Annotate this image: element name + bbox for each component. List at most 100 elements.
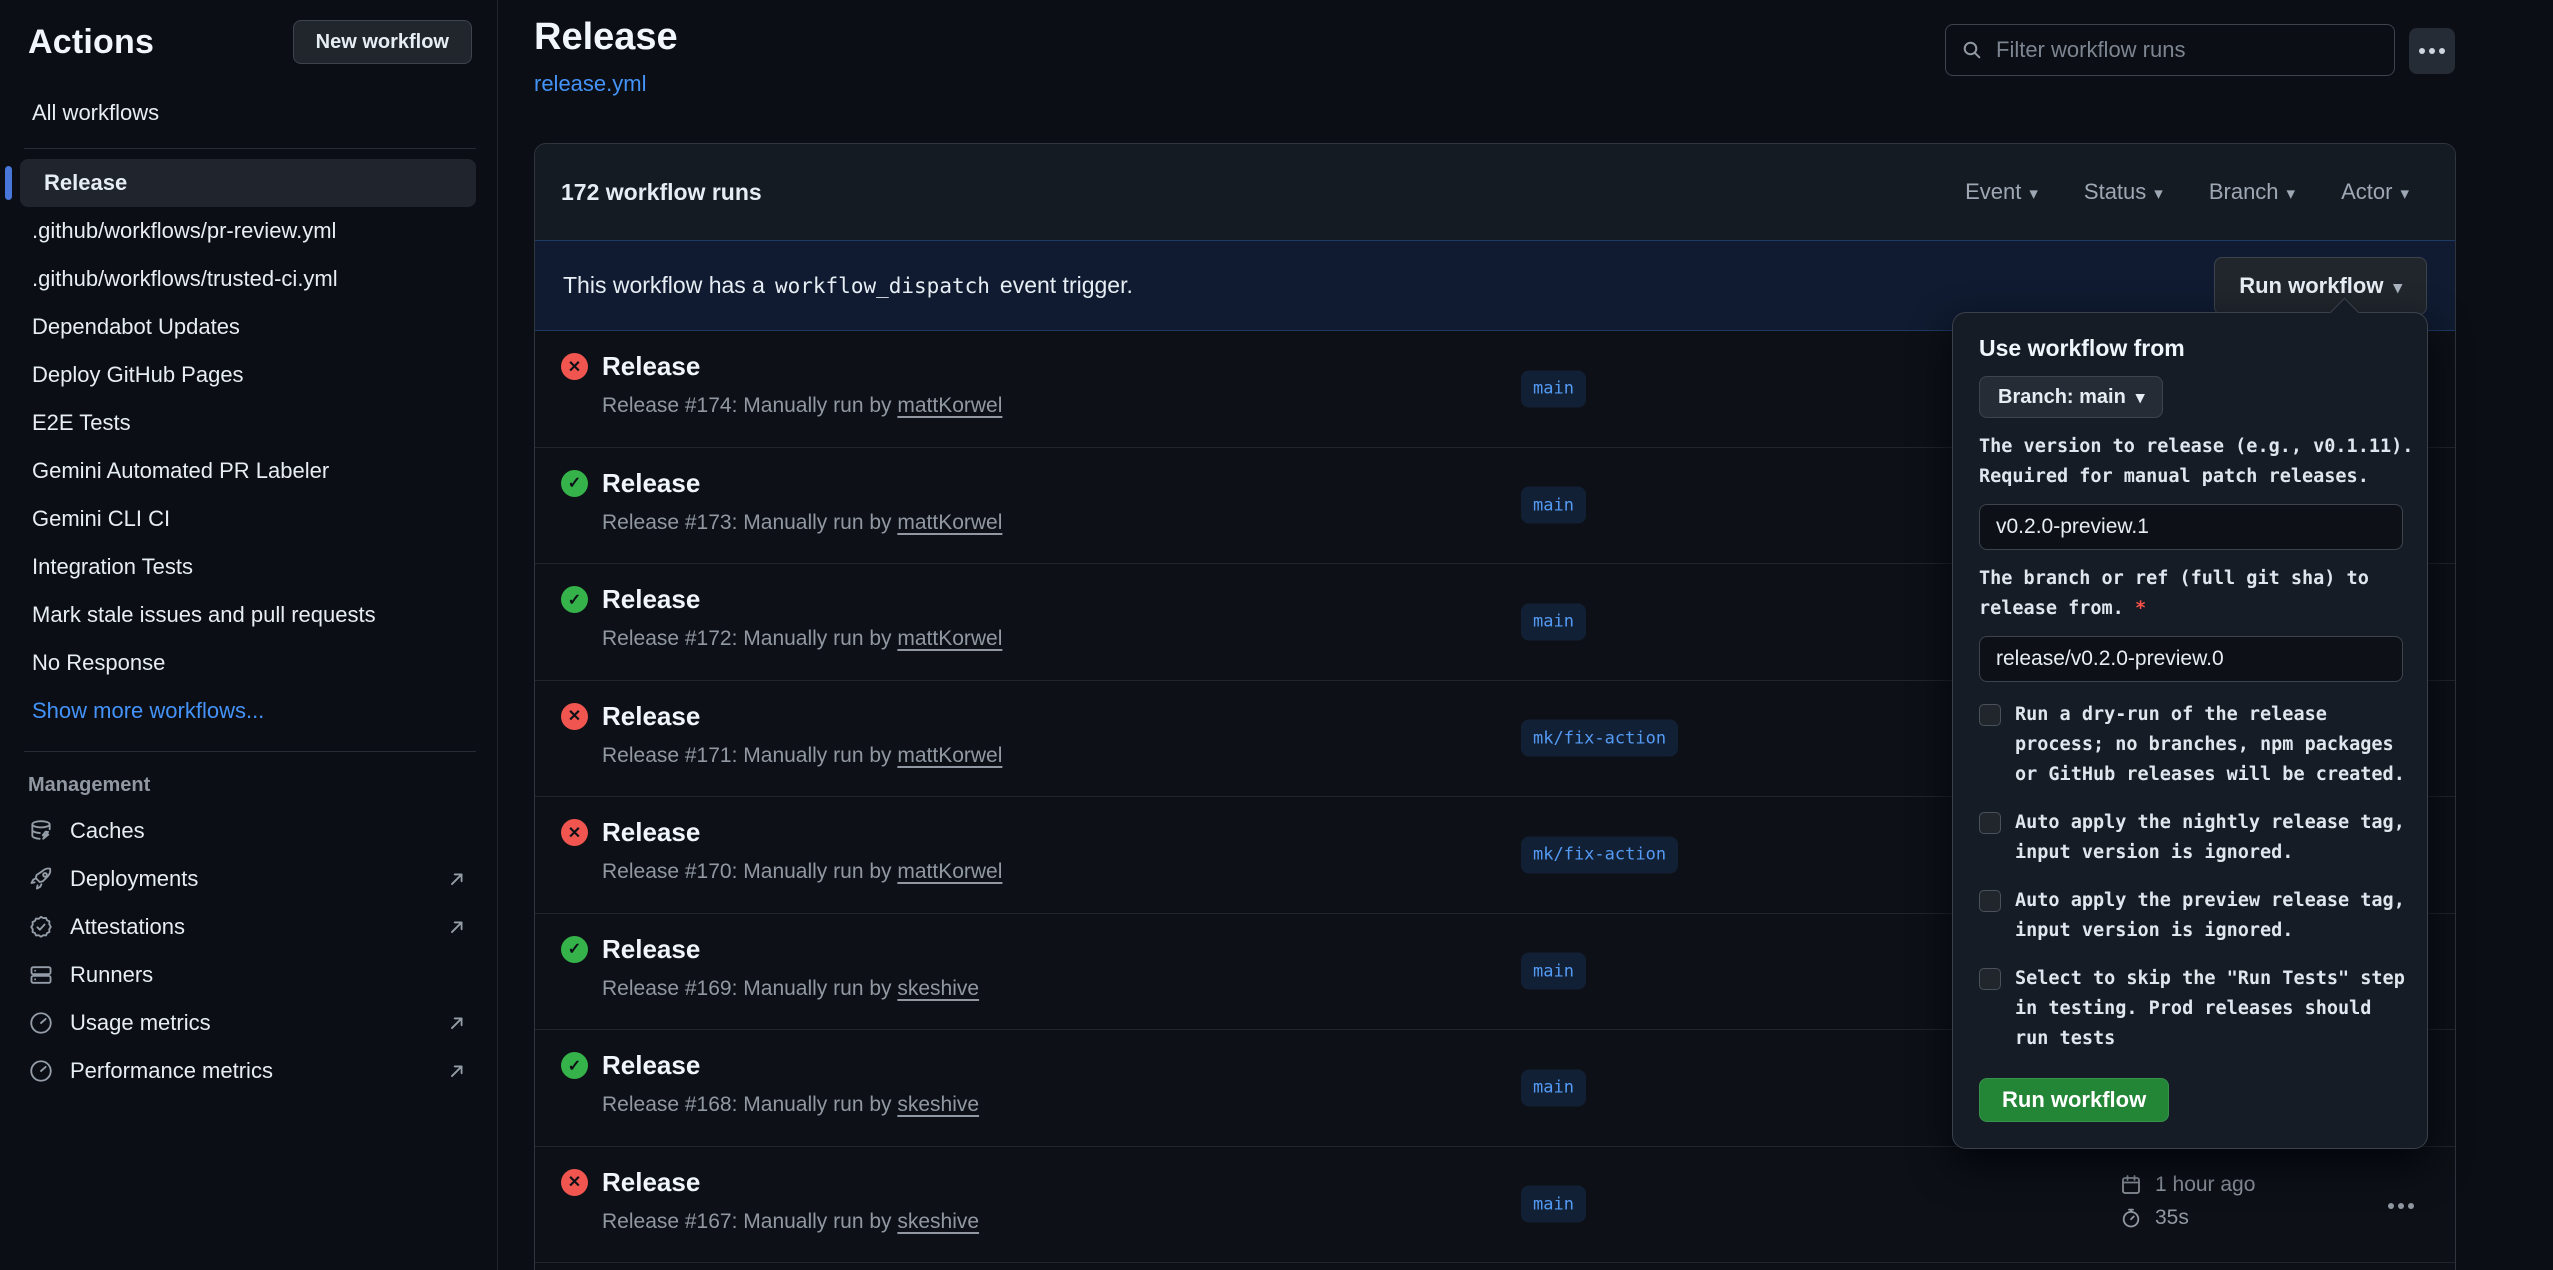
sidebar-item-runners[interactable]: Runners xyxy=(28,951,472,999)
branch-badge[interactable]: mk/fix-action xyxy=(1521,836,1678,873)
run-title-link[interactable]: Release xyxy=(602,584,700,615)
sidebar-item-deployments[interactable]: Deployments xyxy=(28,855,472,903)
run-title-link[interactable]: Release xyxy=(602,1167,700,1198)
sidebar-workflow-item[interactable]: No Response xyxy=(28,639,472,687)
run-meta: 1 hour ago 35s xyxy=(2119,1169,2255,1235)
branch-badge[interactable]: main xyxy=(1521,487,1586,524)
workflow-options-kebab-button[interactable] xyxy=(2409,28,2455,74)
branch-badge[interactable]: main xyxy=(1521,1069,1586,1106)
checkbox[interactable] xyxy=(1979,890,2001,912)
run-actor-link[interactable]: mattKorwel xyxy=(897,394,1002,417)
run-actor-link[interactable]: mattKorwel xyxy=(897,511,1002,534)
branch-badge[interactable]: main xyxy=(1521,953,1586,990)
run-actor-link[interactable]: skeshive xyxy=(897,1210,979,1233)
run-actor-link[interactable]: mattKorwel xyxy=(897,860,1002,883)
sidebar-workflow-item[interactable]: E2E Tests xyxy=(28,399,472,447)
kebab-icon xyxy=(2429,48,2435,54)
cache-icon xyxy=(28,818,54,844)
run-title-link[interactable]: Release xyxy=(602,351,700,382)
run-count: 172 workflow runs xyxy=(561,179,762,206)
run-description: Release #173: Manually run by mattKorwel xyxy=(602,511,1002,535)
external-link-icon xyxy=(446,916,468,938)
branch-badge[interactable]: main xyxy=(1521,1186,1586,1223)
run-description: Release #172: Manually run by mattKorwel xyxy=(602,627,1002,651)
filter-dropdown-label: Actor xyxy=(2341,179,2392,205)
sidebar-workflow-item[interactable]: Release xyxy=(20,159,476,207)
workflow-file-link[interactable]: release.yml xyxy=(534,71,646,97)
sidebar-item-label: Caches xyxy=(70,818,145,844)
sidebar-item-label: Deployments xyxy=(70,866,198,892)
run-actor-link[interactable]: mattKorwel xyxy=(897,744,1002,767)
filter-dropdown-label: Event xyxy=(1965,179,2021,205)
new-workflow-button[interactable]: New workflow xyxy=(293,20,472,64)
filter-dropdown[interactable]: Actor xyxy=(2341,179,2409,205)
workflow-list: Release .github/workflows/pr-review.yml … xyxy=(28,159,472,735)
chevron-down-icon xyxy=(2154,179,2163,205)
run-actor-link[interactable]: skeshive xyxy=(897,977,979,1000)
branch-select-button[interactable]: Branch: main xyxy=(1979,376,2163,418)
run-description-text: Release #168: Manually run by xyxy=(602,1093,892,1116)
run-status-icon xyxy=(561,936,588,963)
run-title-link[interactable]: Release xyxy=(602,934,700,965)
page-title: Release xyxy=(534,16,678,59)
popover-title: Use workflow from xyxy=(1979,335,2421,362)
actions-sidebar: Actions New workflow All workflows Relea… xyxy=(0,0,498,1270)
branch-badge[interactable]: main xyxy=(1521,603,1586,640)
filter-dropdown[interactable]: Branch xyxy=(2209,179,2295,205)
sidebar-workflow-item[interactable]: Integration Tests xyxy=(28,543,472,591)
kebab-icon xyxy=(2398,1203,2404,1209)
filter-dropdown[interactable]: Event xyxy=(1965,179,2038,205)
management-list: Caches Deployments Attestations Runners … xyxy=(28,807,472,1095)
run-description-text: Release #167: Manually run by xyxy=(602,1210,892,1233)
run-workflow-button-label: Run workflow xyxy=(2239,273,2383,299)
run-actor-link[interactable]: mattKorwel xyxy=(897,627,1002,650)
run-title-link[interactable]: Release xyxy=(602,468,700,499)
sidebar-workflow-item[interactable]: Gemini CLI CI xyxy=(28,495,472,543)
checkbox[interactable] xyxy=(1979,968,2001,990)
sidebar-item-all-workflows[interactable]: All workflows xyxy=(28,94,472,132)
run-status-icon xyxy=(561,586,588,613)
external-link-icon xyxy=(446,1060,468,1082)
run-title-link[interactable]: Release xyxy=(602,701,700,732)
run-title-link[interactable]: Release xyxy=(602,1050,700,1081)
run-description: Release #168: Manually run by skeshive xyxy=(602,1093,979,1117)
run-title-link[interactable]: Release xyxy=(602,817,700,848)
field-input[interactable] xyxy=(1979,636,2403,682)
banner-code: workflow_dispatch xyxy=(775,274,990,298)
sidebar-item-performance-metrics[interactable]: Performance metrics xyxy=(28,1047,472,1095)
run-options-kebab-button[interactable] xyxy=(2373,1191,2429,1221)
chevron-down-icon xyxy=(2393,273,2402,299)
run-status-icon xyxy=(561,353,588,380)
sidebar-workflow-item[interactable]: .github/workflows/pr-review.yml xyxy=(28,207,472,255)
sidebar-item-attestations[interactable]: Attestations xyxy=(28,903,472,951)
run-description: Release #169: Manually run by skeshive xyxy=(602,977,979,1001)
rocket-icon xyxy=(28,866,54,892)
calendar-icon xyxy=(2119,1173,2143,1197)
run-workflow-submit-button[interactable]: Run workflow xyxy=(1979,1078,2169,1122)
sidebar-item-caches[interactable]: Caches xyxy=(28,807,472,855)
sidebar-workflow-item[interactable]: Mark stale issues and pull requests xyxy=(28,591,472,639)
sidebar-workflow-item[interactable]: Dependabot Updates xyxy=(28,303,472,351)
required-asterisk: * xyxy=(2135,598,2146,619)
sidebar-workflow-item[interactable]: Gemini Automated PR Labeler xyxy=(28,447,472,495)
sidebar-item-label: Attestations xyxy=(70,914,185,940)
sidebar-item-usage-metrics[interactable]: Usage metrics xyxy=(28,999,472,1047)
run-workflow-dropdown-button[interactable]: Run workflow xyxy=(2214,257,2427,315)
branch-badge[interactable]: main xyxy=(1521,370,1586,407)
sidebar-workflow-item[interactable]: .github/workflows/trusted-ci.yml xyxy=(28,255,472,303)
banner-text: This workflow has a xyxy=(563,272,765,299)
branch-badge[interactable]: mk/fix-action xyxy=(1521,720,1678,757)
checkbox[interactable] xyxy=(1979,812,2001,834)
sidebar-workflow-item[interactable]: Show more workflows... xyxy=(28,687,472,735)
verified-icon xyxy=(28,914,54,940)
run-workflow-popover: Use workflow from Branch: main The versi… xyxy=(1952,312,2428,1149)
checkbox[interactable] xyxy=(1979,704,2001,726)
run-status-icon xyxy=(561,470,588,497)
filter-workflow-runs-input[interactable] xyxy=(1996,37,2380,63)
field-input[interactable] xyxy=(1979,504,2403,550)
sidebar-workflow-item[interactable]: Deploy GitHub Pages xyxy=(28,351,472,399)
filter-dropdown[interactable]: Status xyxy=(2084,179,2163,205)
run-status-icon xyxy=(561,1052,588,1079)
run-actor-link[interactable]: skeshive xyxy=(897,1093,979,1116)
filter-dropdown-label: Branch xyxy=(2209,179,2279,205)
